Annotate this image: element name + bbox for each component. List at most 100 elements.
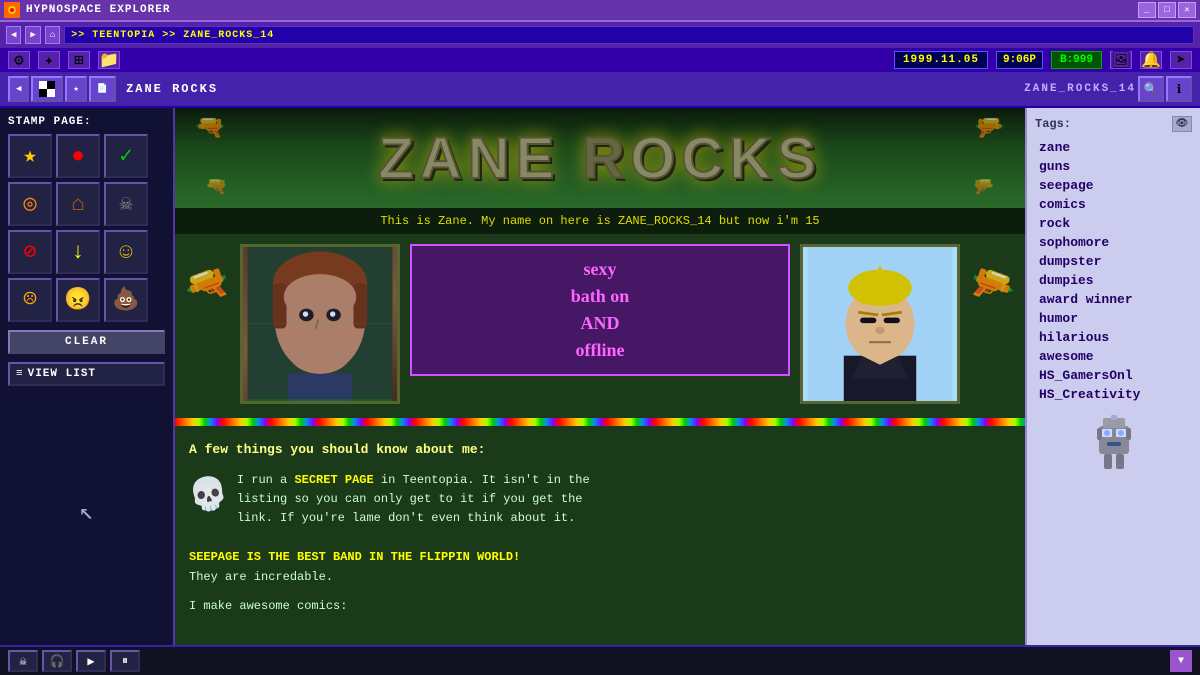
right-sidebar: Tags: 👁 zanegunsseepagecomicsrocksophomo… bbox=[1025, 108, 1200, 645]
icon-box-2[interactable]: 🔔 bbox=[1140, 51, 1162, 69]
divider-bar bbox=[175, 418, 1025, 426]
cursor-area: ↖ bbox=[8, 386, 165, 637]
info-toolbar-button[interactable]: ℹ bbox=[1166, 76, 1192, 102]
toolbar: ◀ ★ 📄 ZANE ROCKS ZANE_ROCKS_14 🔍 ℹ bbox=[0, 72, 1200, 108]
arrow-right-icon[interactable]: ➤ bbox=[1170, 51, 1192, 69]
tag-item[interactable]: award winner bbox=[1035, 290, 1192, 309]
minimize-button[interactable]: _ bbox=[1138, 2, 1156, 18]
page-name: ZANE ROCKS bbox=[126, 82, 218, 96]
clear-button[interactable]: CLEAR bbox=[8, 330, 165, 354]
banner-decoration-left: 🔫 bbox=[195, 113, 225, 143]
page-toolbar-icon[interactable]: 📄 bbox=[89, 76, 116, 102]
tag-item[interactable]: seepage bbox=[1035, 176, 1192, 195]
cursor-icon: ↖ bbox=[79, 497, 93, 527]
tag-item[interactable]: dumpster bbox=[1035, 252, 1192, 271]
gun-left: 🔫 bbox=[179, 258, 236, 315]
folder-icon[interactable]: 📁 bbox=[98, 51, 120, 69]
corner-button[interactable]: ▼ bbox=[1170, 650, 1192, 672]
skull-button[interactable]: ☠ bbox=[8, 650, 38, 672]
tag-item[interactable]: guns bbox=[1035, 157, 1192, 176]
stamp-circle[interactable]: ● bbox=[56, 134, 100, 178]
stamp-star[interactable]: ★ bbox=[8, 134, 52, 178]
sexy-text-box: sexy bath on AND offline bbox=[410, 244, 790, 376]
sexy-text: sexy bath on AND offline bbox=[422, 256, 778, 364]
stamp-house[interactable]: ⌂ bbox=[56, 182, 100, 226]
intro-text: This is Zane. My name on here is ZANE_RO… bbox=[175, 208, 1025, 234]
date-display: 1999.11.05 bbox=[894, 51, 988, 69]
profile-section: 🔫 bbox=[175, 234, 1025, 414]
play-button[interactable]: ▶ bbox=[76, 650, 106, 672]
tag-item[interactable]: zane bbox=[1035, 138, 1192, 157]
search-toolbar-button[interactable]: 🔍 bbox=[1138, 76, 1164, 102]
stamp-poop[interactable]: 💩 bbox=[104, 278, 148, 322]
app-title: HYPNOSPACE EXPLORER bbox=[26, 4, 1138, 16]
back-button[interactable]: ◀ bbox=[6, 26, 21, 44]
bio-para-3: I make awesome comics: bbox=[189, 597, 1011, 616]
star-toolbar-icon[interactable]: ★ bbox=[65, 76, 86, 102]
bookmark-icon[interactable]: ✦ bbox=[38, 51, 60, 69]
cartoon-photo bbox=[800, 244, 960, 404]
tag-item[interactable]: rock bbox=[1035, 214, 1192, 233]
gun-right: 🔫 bbox=[964, 258, 1021, 315]
tags-list: zanegunsseepagecomicsrocksophomoredumpst… bbox=[1035, 138, 1192, 404]
left-sidebar: STAMP PAGE: ★ ● ✓ ◎ ⌂ ☠ ⊘ ↓ ☺ ☹ 😠 💩 CLEA… bbox=[0, 108, 175, 645]
app-icon bbox=[4, 2, 20, 18]
stamp-skull[interactable]: ☠ bbox=[104, 182, 148, 226]
banner-gun-bottom-right: 🔫 bbox=[973, 176, 995, 198]
tag-item[interactable]: dumpies bbox=[1035, 271, 1192, 290]
stamp-angry[interactable]: 😠 bbox=[56, 278, 100, 322]
tags-header: Tags: 👁 bbox=[1035, 116, 1192, 132]
bio-heading: A few things you should know about me: bbox=[189, 440, 1011, 461]
stamp-no[interactable]: ⊘ bbox=[8, 230, 52, 274]
page-id: ZANE_ROCKS_14 bbox=[1024, 83, 1136, 95]
tag-item[interactable]: awesome bbox=[1035, 347, 1192, 366]
stamp-check[interactable]: ✓ bbox=[104, 134, 148, 178]
tag-item[interactable]: hilarious bbox=[1035, 328, 1192, 347]
bottom-bar: ☠ 🎧 ▶ ⏸ ▼ bbox=[0, 645, 1200, 675]
skeleton-icon: 💀 bbox=[185, 468, 233, 525]
page-content[interactable]: 🔫 🔫 🔫 🔫 ZANE ROCKS This is Zane. My name… bbox=[175, 108, 1025, 645]
bio-section: A few things you should know about me: 💀… bbox=[175, 430, 1025, 636]
bio-para-1: I run a SECRET PAGE in Teentopia. It isn… bbox=[237, 471, 590, 529]
close-button[interactable]: ✕ bbox=[1178, 2, 1196, 18]
tag-item[interactable]: sophomore bbox=[1035, 233, 1192, 252]
stamp-smile[interactable]: ☺ bbox=[104, 230, 148, 274]
title-bar: HYPNOSPACE EXPLORER _ □ ✕ bbox=[0, 0, 1200, 22]
view-list-button[interactable]: ≡ VIEW LIST bbox=[8, 362, 165, 386]
tag-item[interactable]: comics bbox=[1035, 195, 1192, 214]
icon-box-1[interactable]: 🖼 bbox=[1110, 51, 1132, 69]
tag-item[interactable]: HS_GamersOnl bbox=[1035, 366, 1192, 385]
tag-item[interactable]: HS_Creativity bbox=[1035, 385, 1192, 404]
notification-icon[interactable]: ⊞ bbox=[68, 51, 90, 69]
info-bar: ⚙ ✦ ⊞ 📁 1999.11.05 9:06P B:999 🖼 🔔 ➤ bbox=[0, 48, 1200, 72]
headphone-button[interactable]: 🎧 bbox=[42, 650, 72, 672]
address-bar: ◀ ▶ ⌂ >> TEENTOPIA >> ZANE_ROCKS_14 bbox=[0, 22, 1200, 48]
banner-gun-bottom-left: 🔫 bbox=[205, 176, 227, 198]
window-controls[interactable]: _ □ ✕ bbox=[1138, 2, 1196, 18]
checkerboard-icon[interactable] bbox=[31, 76, 63, 102]
stamp-coin[interactable]: ◎ bbox=[8, 182, 52, 226]
stamp-down[interactable]: ↓ bbox=[56, 230, 100, 274]
time-display: 9:06P bbox=[996, 51, 1043, 69]
banner-title: ZANE ROCKS bbox=[378, 125, 821, 192]
banner-decoration-right: 🔫 bbox=[975, 113, 1005, 143]
maximize-button[interactable]: □ bbox=[1158, 2, 1176, 18]
forward-button[interactable]: ▶ bbox=[25, 26, 40, 44]
address-path[interactable]: >> TEENTOPIA >> ZANE_ROCKS_14 bbox=[64, 26, 1194, 44]
view-list-label: VIEW LIST bbox=[28, 368, 96, 380]
tags-eye-button[interactable]: 👁 bbox=[1172, 116, 1192, 132]
page-banner: 🔫 🔫 🔫 🔫 ZANE ROCKS bbox=[175, 108, 1025, 208]
bio-para-2: SEEPAGE IS THE BEST BAND IN THE FLIPPIN … bbox=[189, 548, 1011, 586]
tags-label: Tags: bbox=[1035, 117, 1071, 131]
credits-display: B:999 bbox=[1051, 51, 1102, 69]
eye-icon: 👁 bbox=[1176, 118, 1189, 130]
stamp-frown[interactable]: ☹ bbox=[8, 278, 52, 322]
stamp-label: STAMP PAGE: bbox=[8, 116, 165, 128]
home-button[interactable]: ⌂ bbox=[45, 26, 60, 44]
pause-button[interactable]: ⏸ bbox=[110, 650, 140, 672]
stamps-grid: ★ ● ✓ ◎ ⌂ ☠ ⊘ ↓ ☺ ☹ 😠 💩 bbox=[8, 134, 165, 322]
back-toolbar-button[interactable]: ◀ bbox=[8, 76, 29, 102]
main-area: STAMP PAGE: ★ ● ✓ ◎ ⌂ ☠ ⊘ ↓ ☺ ☹ 😠 💩 CLEA… bbox=[0, 108, 1200, 645]
settings-icon[interactable]: ⚙ bbox=[8, 51, 30, 69]
tag-item[interactable]: humor bbox=[1035, 309, 1192, 328]
